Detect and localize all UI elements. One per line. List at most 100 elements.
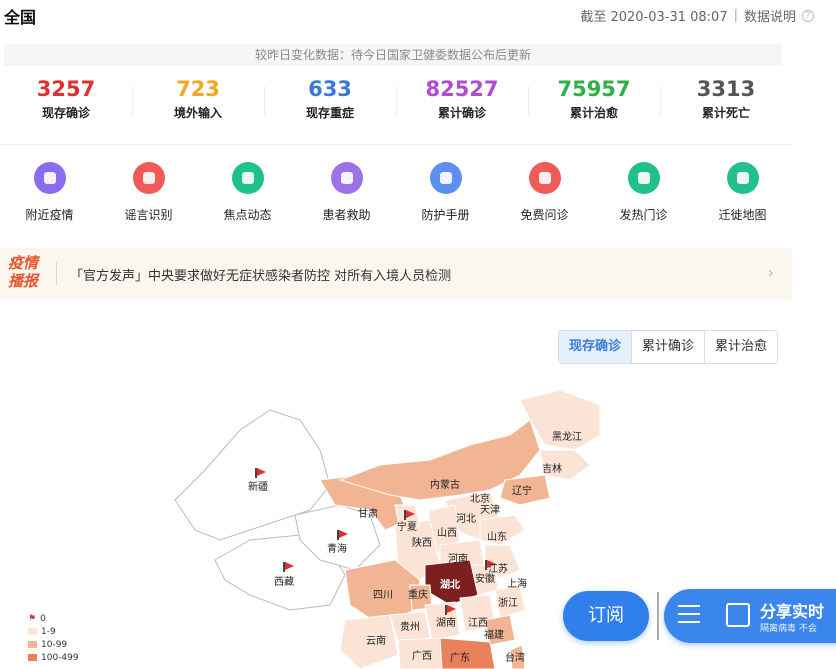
map-label: 山西 <box>437 527 457 539</box>
shortcut-consult[interactable]: 免费问诊 <box>495 162 594 232</box>
stat-severe: 633 现存重症 <box>264 76 396 130</box>
heart-icon <box>330 162 363 194</box>
update-note: 较昨日变化数据：待今日国家卫健委数据公布后更新 <box>4 44 782 66</box>
news-banner[interactable]: 疫情播报 「官方发声」中央要求做好无症状感染者防控 对所有入境人员检测 › <box>0 248 792 300</box>
map-label: 河南 <box>448 552 468 565</box>
tab-total-confirmed[interactable]: 累计确诊 <box>631 331 705 363</box>
map-label: 吉林 <box>542 462 562 475</box>
menu-icon[interactable] <box>678 605 700 625</box>
stat-value: 3257 <box>36 77 96 101</box>
shortcut-label: 焦点动态 <box>223 208 272 222</box>
share-title: 分享实时 <box>760 602 825 621</box>
map-label: 云南 <box>366 634 386 647</box>
shortcut-grid: 附近疫情 谣言识别 焦点动态 患者救助 防护手册 免费问诊 发热门诊 迁徙地图 <box>0 162 792 232</box>
map-label: 辽宁 <box>512 484 532 497</box>
map-label: 福建 <box>484 628 504 641</box>
map-label: 重庆 <box>408 588 428 601</box>
update-time: 截至 2020-03-31 08:07 <box>580 10 728 25</box>
divider <box>657 592 659 640</box>
legend-swatch <box>28 628 37 635</box>
shortcut-fever-clinic[interactable]: 发热门诊 <box>594 162 693 232</box>
map-label: 安徽 <box>475 572 495 585</box>
shortcut-migration[interactable]: 迁徙地图 <box>693 162 792 232</box>
map-label: 广东 <box>450 651 470 664</box>
share-subtitle: 隔离病毒 不会 <box>760 624 817 634</box>
rumor-icon <box>132 162 165 194</box>
stat-label: 境外输入 <box>173 106 222 120</box>
stats-row: 3257 现存确诊 723 境外输入 633 现存重症 82527 累计确诊 7… <box>0 76 792 130</box>
stat-label: 现存确诊 <box>41 106 90 120</box>
subscribe-button[interactable]: 订阅 <box>563 591 649 641</box>
map-label: 四川 <box>373 590 393 601</box>
legend-label: 1-9 <box>41 626 56 637</box>
shortcut-label: 附近疫情 <box>25 208 74 222</box>
shortcut-focus[interactable]: 焦点动态 <box>198 162 297 232</box>
stat-imported: 723 境外输入 <box>132 76 264 130</box>
compass-icon <box>231 162 264 194</box>
legend-label: 100-499 <box>41 652 79 663</box>
stat-label: 累计死亡 <box>701 106 750 120</box>
shortcut-rumor[interactable]: 谣言识别 <box>99 162 198 232</box>
shortcut-label: 谣言识别 <box>124 208 173 222</box>
map-label: 上海 <box>507 577 527 590</box>
tab-current-confirmed[interactable]: 现存确诊 <box>559 331 632 363</box>
map-label: 陕西 <box>412 536 432 549</box>
map-label: 甘肃 <box>358 507 378 520</box>
legend-item: 10-99 <box>28 638 79 651</box>
help-icon[interactable]: ? <box>802 9 814 22</box>
shortcut-label: 患者救助 <box>322 208 371 222</box>
map-label: 新疆 <box>248 480 268 493</box>
map-label: 河北 <box>456 513 476 525</box>
data-explain-link[interactable]: 数据说明 <box>744 6 796 25</box>
map-label: 天津 <box>480 504 500 516</box>
stat-label: 累计治愈 <box>569 106 618 120</box>
map-label: 江西 <box>468 617 488 629</box>
map-label: 黑龙江 <box>552 430 582 443</box>
map-legend: ⚑ 0 1-9 10-99 100-499 <box>28 612 79 664</box>
stat-value: 723 <box>176 77 220 101</box>
map-label: 北京 <box>470 492 490 505</box>
page-title: 全国 <box>4 8 37 27</box>
target-icon <box>726 162 759 194</box>
news-headline: 「官方发声」中央要求做好无症状感染者防控 对所有入境人员检测 <box>70 269 452 284</box>
header-meta: 截至 2020-03-31 08:07 | 数据说明 ? <box>580 6 814 25</box>
shortcut-label: 迁徙地图 <box>718 208 767 222</box>
map-label: 浙江 <box>498 597 518 609</box>
map-label: 湖南 <box>436 616 456 629</box>
legend-item: 1-9 <box>28 625 79 638</box>
shortcut-handbook[interactable]: 防护手册 <box>396 162 495 232</box>
shortcut-nearby[interactable]: 附近疫情 <box>0 162 99 232</box>
share-bar[interactable]: 分享实时 隔离病毒 不会 <box>664 589 836 643</box>
map-label: 广西 <box>412 650 432 662</box>
stat-value: 633 <box>308 77 352 101</box>
map-tabs: 现存确诊 累计确诊 累计治愈 <box>558 330 779 364</box>
shortcut-label: 发热门诊 <box>619 208 668 222</box>
divider <box>0 144 792 145</box>
legend-swatch <box>28 641 37 648</box>
location-pin-icon <box>33 162 66 194</box>
stat-deaths: 3313 累计死亡 <box>660 76 792 130</box>
china-map[interactable]: 新疆 西藏 青海 甘肃 宁夏 内蒙古 黑龙江 吉林 辽宁 北京 天津 河北 山西… <box>0 380 660 669</box>
shortcut-label: 免费问诊 <box>520 208 569 222</box>
tab-total-recovered[interactable]: 累计治愈 <box>704 331 778 363</box>
map-label: 山东 <box>487 530 507 543</box>
legend-item: 100-499 <box>28 651 79 664</box>
legend-swatch <box>28 654 37 661</box>
map-label: 西藏 <box>274 576 294 588</box>
stat-current-confirmed: 3257 现存确诊 <box>0 76 132 130</box>
stat-total-confirmed: 82527 累计确诊 <box>396 76 528 130</box>
news-badge: 疫情播报 <box>8 254 39 290</box>
stat-label: 现存重症 <box>305 106 354 120</box>
header: 全国 截至 2020-03-31 08:07 | 数据说明 ? <box>0 0 836 32</box>
shortcut-patient-aid[interactable]: 患者救助 <box>297 162 396 232</box>
share-icon <box>726 603 750 627</box>
map-label: 台湾 <box>505 651 525 664</box>
legend-label: 10-99 <box>41 639 68 650</box>
chart-icon <box>528 162 561 194</box>
legend-item: ⚑ 0 <box>28 612 79 625</box>
flag-icon: ⚑ <box>28 613 37 624</box>
map-label: 青海 <box>327 542 347 555</box>
map-label: 宁夏 <box>397 520 417 533</box>
stat-value: 82527 <box>425 77 499 101</box>
book-icon <box>429 162 462 194</box>
